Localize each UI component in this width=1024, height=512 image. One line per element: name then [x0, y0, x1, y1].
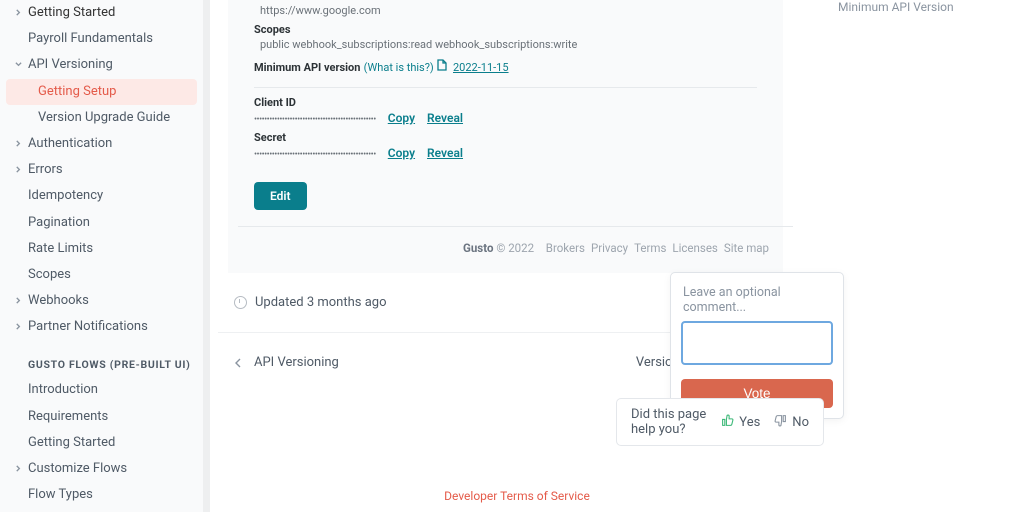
footer-link[interactable]: Licenses	[672, 241, 717, 255]
updated-label: Updated 3 months ago	[255, 295, 387, 310]
helpful-yes[interactable]: Yes	[721, 414, 760, 431]
sidebar-item-label: Getting Started	[28, 4, 115, 22]
chevron-right-icon	[15, 135, 22, 153]
helpful-no[interactable]: No	[774, 414, 809, 431]
sidebar-item[interactable]: Pagination	[0, 210, 203, 236]
sidebar-item[interactable]: API Versioning	[0, 52, 203, 78]
sidebar-item-label: Partner Notifications	[28, 318, 148, 336]
footer-link[interactable]: Brokers	[546, 241, 585, 255]
sidebar-item-label: Rate Limits	[28, 240, 93, 258]
sidebar-item-label: Authentication	[28, 135, 112, 153]
copy-client-id-link[interactable]: Copy	[388, 111, 415, 125]
sidebar-item-label: Webhooks	[28, 292, 89, 310]
secret-row: Secret •••••••••••••••••••••••••••••••••…	[228, 129, 783, 164]
sidebar-item[interactable]: Scopes	[0, 262, 203, 288]
chevron-right-icon	[15, 4, 22, 22]
client-id-row: Client ID ••••••••••••••••••••••••••••••…	[228, 94, 783, 129]
helpful-pill: Did this page help you? Yes No	[616, 398, 824, 446]
chevron-right-icon	[15, 161, 22, 179]
scopes-value: public webhook_subscriptions:read webhoo…	[254, 36, 757, 51]
chevron-down-icon	[15, 56, 22, 74]
pager-prev[interactable]: API Versioning	[234, 355, 339, 370]
sidebar-item[interactable]: Payroll Fundamentals	[0, 26, 203, 52]
sidebar-item[interactable]: Requirements	[0, 404, 203, 430]
vote-popover: Leave an optional comment... Vote	[670, 272, 844, 419]
dev-terms-link[interactable]: Developer Terms of Service	[444, 489, 590, 503]
secret-masked: ••••••••••••••••••••••••••••••••••••••••…	[254, 150, 376, 160]
sidebar-item-label: Errors	[28, 161, 63, 179]
sidebar-item-label: Payroll Fundamentals	[28, 30, 153, 48]
client-id-masked: ••••••••••••••••••••••••••••••••••••••••…	[254, 115, 376, 125]
chevron-right-icon	[15, 318, 22, 336]
sidebar-item[interactable]: Rate Limits	[0, 236, 203, 262]
footer-link[interactable]: Privacy	[591, 241, 628, 255]
thumb-up-icon	[721, 414, 734, 431]
sidebar-item[interactable]: Flow Types	[0, 482, 203, 508]
sidebar-item-label: Flow Types	[28, 486, 93, 504]
gusto-footer: Gusto © 2022 BrokersPrivacyTermsLicenses…	[238, 226, 793, 267]
comment-textarea[interactable]	[681, 321, 833, 365]
footer-link[interactable]: Terms	[634, 241, 666, 255]
file-icon	[437, 59, 447, 75]
sidebar-item[interactable]: Partner Notifications	[0, 314, 203, 340]
footer-link[interactable]: Site map	[724, 241, 769, 255]
toc-item[interactable]: Minimum API Version	[838, 0, 1010, 14]
sidebar-item-label: Scopes	[28, 266, 71, 284]
helpful-question: Did this page help you?	[631, 407, 707, 437]
app-url-value: https://www.google.com	[254, 2, 757, 17]
right-toc: Minimum API Version	[824, 0, 1024, 512]
sidebar-item[interactable]: Webhooks	[0, 288, 203, 314]
client-id-label: Client ID	[254, 96, 757, 109]
chevron-right-icon	[15, 292, 22, 310]
sidebar-item-label: Idempotency	[28, 187, 103, 205]
arrow-left-icon	[234, 358, 244, 368]
what-is-this-link[interactable]: (What is this?)	[364, 61, 434, 74]
main-content: https://www.google.com Scopes public web…	[210, 0, 824, 512]
sidebar-item[interactable]: Version Upgrade Guide	[0, 105, 203, 131]
sidebar-item[interactable]: Introduction	[0, 377, 203, 403]
popover-label: Leave an optional comment...	[681, 283, 833, 321]
min-api-version-value[interactable]: 2022-11-15	[453, 61, 509, 74]
sidebar-item[interactable]: Idempotency	[0, 183, 203, 209]
min-api-version-label: Minimum API version	[254, 61, 360, 74]
edit-button[interactable]: Edit	[254, 182, 307, 210]
app-details-card: https://www.google.com Scopes public web…	[228, 0, 783, 273]
reveal-client-id-link[interactable]: Reveal	[427, 111, 463, 125]
dev-terms: Developer Terms of Service	[210, 489, 824, 504]
chevron-right-icon	[15, 460, 22, 478]
sidebar-item-label: Requirements	[28, 408, 108, 426]
sidebar-item[interactable]: Customize Flows	[0, 456, 203, 482]
sidebar-item-label: Introduction	[28, 381, 98, 399]
sidebar-item[interactable]: Getting Started	[0, 0, 203, 26]
sidebar-item[interactable]: Getting Started	[0, 430, 203, 456]
sidebar[interactable]: Getting Started Payroll Fundamentals API V…	[0, 0, 203, 512]
copy-secret-link[interactable]: Copy	[388, 146, 415, 160]
thumb-down-icon	[774, 414, 787, 431]
sidebar-item-label: Getting Started	[28, 434, 115, 452]
sidebar-item[interactable]: Authentication	[0, 131, 203, 157]
reveal-secret-link[interactable]: Reveal	[427, 146, 463, 160]
clock-icon	[234, 296, 247, 309]
sidebar-item-label: Customize Flows	[28, 460, 127, 478]
sidebar-item[interactable]: Getting Setup	[6, 79, 197, 105]
sidebar-section-header: GUSTO FLOWS (PRE-BUILT UI)	[0, 340, 203, 377]
secret-label: Secret	[254, 131, 757, 144]
sidebar-item[interactable]: Try It Now	[0, 508, 203, 512]
sidebar-item-label: Pagination	[28, 214, 90, 232]
sidebar-item-label: API Versioning	[28, 56, 113, 74]
scopes-label: Scopes	[254, 23, 757, 36]
sidebar-item[interactable]: Errors	[0, 157, 203, 183]
